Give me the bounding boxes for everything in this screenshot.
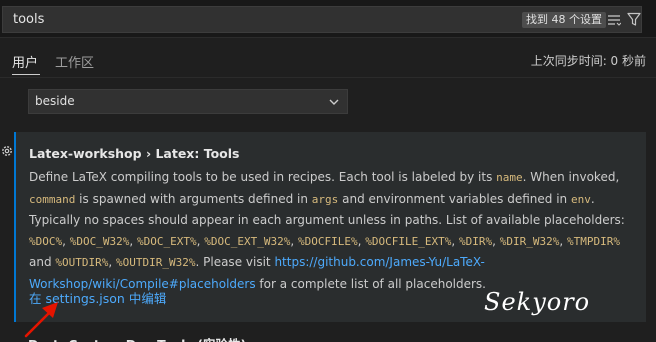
sync-status: 上次同步时间: 0 秒前: [530, 54, 646, 68]
code-placeholder: %DOC_W32%: [69, 234, 130, 248]
code-placeholder: %OUTDIR_W32%: [116, 256, 196, 269]
code-placeholder: %DOC%: [29, 234, 63, 248]
setting-title: Latex-workshop › Latex: Tools: [29, 146, 240, 161]
code-placeholder: %DOC_EXT%: [137, 234, 197, 248]
code-placeholder: %DOCFILE%: [298, 234, 358, 248]
filter-funnel-icon[interactable]: [627, 12, 641, 27]
gear-icon[interactable]: [0, 144, 14, 158]
code-placeholder: %DOC_EXT_W32%: [204, 234, 291, 248]
code-placeholder: %DIR_W32%: [499, 234, 560, 248]
setting-description: Define LaTeX compiling tools to be used …: [29, 170, 625, 291]
code-placeholder: %OUTDIR%: [55, 256, 109, 269]
code-env: env: [570, 192, 591, 206]
tab-workspace[interactable]: 工作区: [55, 52, 94, 71]
code-name: name: [496, 171, 523, 184]
search-bar: tools 找到 48 个设置: [0, 0, 656, 38]
result-count-badge: 找到 48 个设置: [522, 12, 606, 28]
annotation-arrow-icon: [24, 302, 58, 338]
code-command: command: [29, 192, 76, 206]
settings-scope-tabs: 用户 工作区 上次同步时间: 0 秒前: [0, 38, 656, 78]
previous-setting-dropdown[interactable]: beside: [28, 89, 348, 114]
code-args: args: [311, 192, 339, 206]
watermark: Sekyoro: [484, 288, 591, 316]
dropdown-value: beside: [35, 94, 75, 108]
tab-user[interactable]: 用户: [12, 52, 38, 71]
focus-indicator: [14, 132, 16, 322]
search-input[interactable]: tools 找到 48 个设置: [2, 6, 642, 33]
code-placeholder: %TMPDIR%: [567, 234, 620, 248]
code-placeholder: %DOCFILE_EXT%: [365, 234, 452, 248]
search-value[interactable]: tools: [13, 12, 44, 27]
filter-list-icon[interactable]: [607, 13, 621, 27]
code-placeholder: %DIR%: [458, 234, 493, 248]
chevron-down-icon: [329, 99, 339, 105]
active-tab-indicator: [12, 74, 40, 75]
